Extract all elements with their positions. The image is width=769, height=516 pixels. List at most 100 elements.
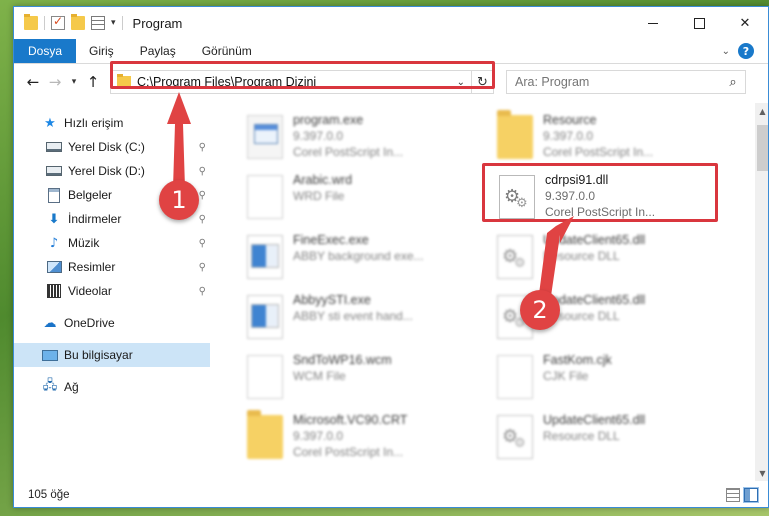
- app-icon: [247, 235, 283, 279]
- tab-file[interactable]: Dosya: [14, 39, 77, 63]
- file-item-cdrpsi91-dll[interactable]: cdrpsi91.dll 9.397.0.0 Corel PostScript …: [499, 169, 739, 225]
- toolbar-separator: [121, 16, 123, 30]
- folder-icon: [117, 74, 131, 88]
- file-version: 9.397.0.0: [293, 429, 344, 443]
- pin-icon[interactable]: ⚲: [199, 166, 206, 177]
- status-bar: 105 öğe: [14, 481, 768, 507]
- sidebar-item-label: Bu bilgisayar: [64, 348, 133, 362]
- tab-share[interactable]: Paylaş: [127, 39, 189, 63]
- pin-icon[interactable]: ⚲: [199, 262, 206, 273]
- sidebar-item-label: Yerel Disk (C:): [68, 140, 145, 154]
- star-icon: ★: [44, 115, 56, 131]
- file-type: Resource DLL: [543, 249, 620, 263]
- file-description: Corel PostScript In...: [543, 145, 654, 159]
- search-input[interactable]: [515, 75, 721, 89]
- sidebar-item-local-disk-c[interactable]: Yerel Disk (C:) ⚲: [14, 135, 210, 159]
- tab-view[interactable]: Görünüm: [189, 39, 265, 63]
- file-item[interactable]: FineExec.exe ABBY background exe...: [247, 229, 487, 285]
- sidebar-item-this-pc[interactable]: Bu bilgisayar: [14, 343, 210, 367]
- pin-icon[interactable]: ⚲: [199, 190, 206, 201]
- qat-dropdown-icon[interactable]: ▾: [111, 18, 116, 28]
- scroll-up-icon[interactable]: ▲: [755, 103, 768, 119]
- folder-icon: [497, 110, 533, 159]
- dll-icon: [497, 415, 533, 459]
- file-item[interactable]: program.exe 9.397.0.0 Corel PostScript I…: [247, 109, 487, 165]
- quick-access-toolbar: ▾: [14, 14, 123, 30]
- app-icon: [247, 295, 283, 339]
- vertical-scrollbar[interactable]: ▲ ▼: [755, 103, 768, 481]
- exe-icon: [247, 115, 283, 159]
- tab-home[interactable]: Giriş: [76, 39, 127, 63]
- file-item[interactable]: SndToWP16.wcm WCM File: [247, 349, 487, 405]
- scroll-thumb[interactable]: [757, 125, 768, 171]
- drive-icon: [46, 142, 62, 152]
- file-type: CJK File: [543, 369, 589, 383]
- file-version: 9.397.0.0: [545, 189, 596, 203]
- pin-icon[interactable]: ⚲: [199, 142, 206, 153]
- file-name: UpdateClient65.dll: [543, 233, 646, 247]
- address-dropdown-icon[interactable]: ⌄: [457, 77, 465, 88]
- file-description: ABBY sti event hand...: [293, 309, 413, 323]
- back-button[interactable]: ←: [22, 71, 44, 93]
- file-description: Corel PostScript In...: [293, 145, 404, 159]
- file-name: Microsoft.VC90.CRT: [293, 413, 408, 427]
- sidebar-item-pictures[interactable]: Resimler ⚲: [14, 255, 210, 279]
- file-item[interactable]: UpdateClient65.dll Resource DLL: [497, 229, 737, 285]
- customize-icon[interactable]: [91, 16, 105, 30]
- file-type: WRD File: [293, 189, 345, 203]
- close-button[interactable]: ✕: [722, 7, 768, 39]
- file-description: Corel PostScript In...: [293, 445, 404, 459]
- navigation-pane: ★ Hızlı erişim Yerel Disk (C:) ⚲ Yerel D…: [14, 103, 210, 481]
- file-version: 9.397.0.0: [293, 129, 344, 143]
- maximize-button[interactable]: [676, 7, 722, 39]
- pin-icon[interactable]: ⚲: [199, 286, 206, 297]
- dll-icon: [497, 235, 533, 279]
- file-name: cdrpsi91.dll: [545, 173, 609, 187]
- help-icon[interactable]: ?: [738, 43, 754, 59]
- sidebar-item-videos[interactable]: Videolar ⚲: [14, 279, 210, 303]
- file-item[interactable]: Arabic.wrd WRD File: [247, 169, 487, 225]
- ribbon-tabs: Dosya Giriş Paylaş Görünüm ⌄ ?: [14, 39, 768, 64]
- file-type: WCM File: [293, 369, 346, 383]
- sidebar-item-label: Belgeler: [68, 188, 113, 202]
- new-folder-icon[interactable]: [71, 14, 85, 30]
- sidebar-item-quick-access[interactable]: ★ Hızlı erişim: [14, 111, 210, 135]
- details-view-icon[interactable]: [726, 488, 740, 502]
- window-title: Program: [132, 15, 183, 31]
- refresh-button[interactable]: ↻: [471, 71, 493, 93]
- pictures-icon: [46, 261, 62, 273]
- scroll-down-icon[interactable]: ▼: [755, 465, 768, 481]
- search-box[interactable]: ⌕: [506, 70, 746, 94]
- minimize-button[interactable]: [630, 7, 676, 39]
- sidebar-item-music[interactable]: ♪ Müzik ⚲: [14, 231, 210, 255]
- expand-ribbon-icon[interactable]: ⌄: [722, 46, 730, 57]
- step-badge-2: 2: [520, 290, 560, 330]
- address-path[interactable]: C:\Program Files\Program Dizini: [137, 75, 316, 89]
- file-item[interactable]: AbbyySTI.exe ABBY sti event hand...: [247, 289, 487, 345]
- sidebar-item-onedrive[interactable]: ☁ OneDrive: [14, 311, 210, 335]
- sidebar-item-network[interactable]: 🖧 Ağ: [14, 375, 210, 399]
- file-item[interactable]: FastKom.cjk CJK File: [497, 349, 737, 405]
- folder-icon[interactable]: [24, 14, 38, 30]
- recent-locations-button[interactable]: ▾: [66, 71, 82, 93]
- pin-icon[interactable]: ⚲: [199, 238, 206, 249]
- pin-icon[interactable]: ⚲: [199, 214, 206, 225]
- forward-button[interactable]: →: [44, 71, 66, 93]
- network-icon: 🖧: [42, 378, 58, 393]
- address-bar[interactable]: C:\Program Files\Program Dizini ⌄ ↻: [110, 70, 494, 94]
- drive-icon: [46, 166, 62, 176]
- file-version: 9.397.0.0: [543, 129, 594, 143]
- file-item[interactable]: UpdateClient65.dll Resource DLL: [497, 409, 737, 465]
- sidebar-item-label: Hızlı erişim: [64, 116, 124, 130]
- file-name: SndToWP16.wcm: [293, 353, 392, 367]
- file-item[interactable]: Resource 9.397.0.0 Corel PostScript In..…: [497, 109, 737, 165]
- step-badge-1: 1: [159, 180, 199, 220]
- sidebar-item-label: İndirmeler: [68, 212, 122, 226]
- this-pc-icon: [42, 349, 58, 361]
- file-list: program.exe 9.397.0.0 Corel PostScript I…: [211, 103, 753, 481]
- tiles-view-icon[interactable]: [743, 487, 759, 503]
- properties-check-icon[interactable]: [51, 14, 65, 30]
- search-icon[interactable]: ⌕: [721, 75, 745, 90]
- file-item[interactable]: Microsoft.VC90.CRT 9.397.0.0 Corel PostS…: [247, 409, 487, 465]
- up-button[interactable]: ↑: [82, 71, 104, 93]
